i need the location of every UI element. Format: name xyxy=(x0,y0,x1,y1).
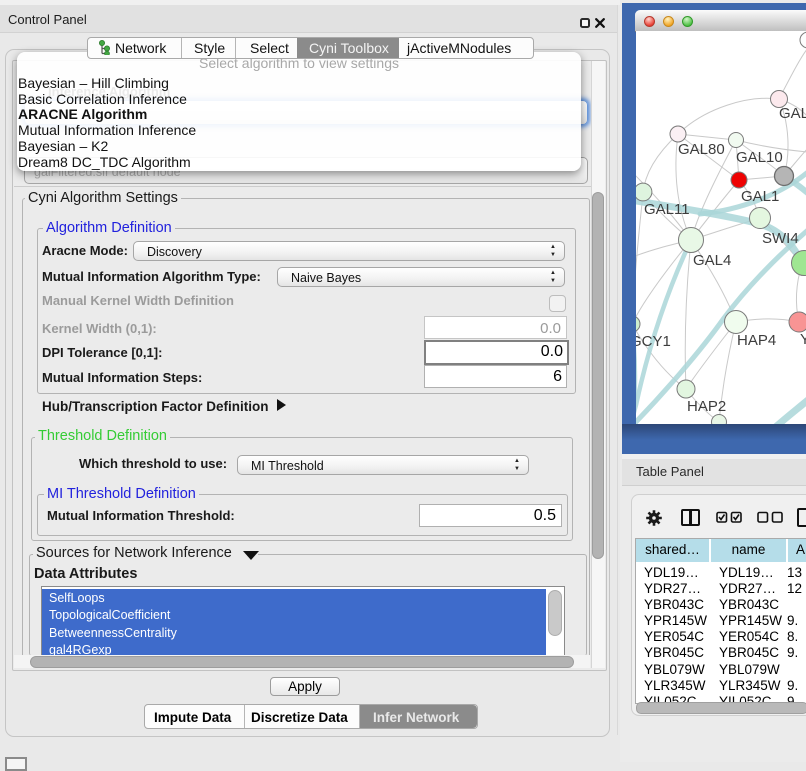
svg-text:Y: Y xyxy=(800,331,806,348)
svg-text:HAP2: HAP2 xyxy=(687,398,726,415)
svg-text:GAL7: GAL7 xyxy=(779,105,806,122)
svg-text:GAL4: GAL4 xyxy=(693,252,731,269)
svg-text:GAL80: GAL80 xyxy=(678,141,725,158)
svg-text:GAL1: GAL1 xyxy=(741,188,779,205)
svg-text:GCY1: GCY1 xyxy=(636,333,671,350)
svg-text:SWI4: SWI4 xyxy=(762,230,799,247)
svg-text:GAL11: GAL11 xyxy=(644,201,690,218)
svg-text:HAP4: HAP4 xyxy=(737,332,776,349)
svg-text:GAL10: GAL10 xyxy=(736,149,783,166)
